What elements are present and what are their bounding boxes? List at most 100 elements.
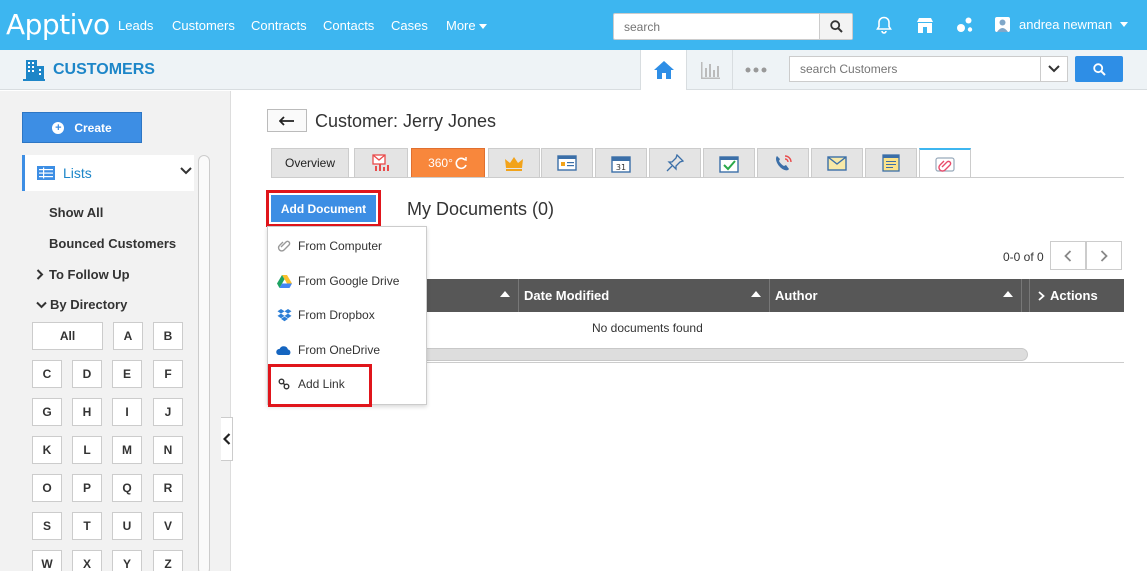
global-search-input[interactable] [614,14,819,39]
tab-360[interactable]: 360° [411,148,485,177]
nav-cases[interactable]: Cases [391,18,428,33]
directory-letter-t[interactable]: T [72,512,102,540]
nav-customers[interactable]: Customers [172,18,235,33]
more-options-button[interactable] [732,50,778,90]
directory-letter-n[interactable]: N [153,436,183,464]
sidebar-item-to-follow-up[interactable]: To Follow Up [36,267,130,282]
svg-text:31: 31 [616,163,626,172]
calendar-icon: 31 [611,155,631,173]
notifications-bell-icon[interactable] [874,15,894,35]
email-stats-icon [372,154,389,171]
top-navbar: Apptivo Leads Customers Contracts Contac… [0,0,1147,50]
directory-letter-r[interactable]: R [153,474,183,502]
directory-letter-z[interactable]: Z [153,550,183,571]
directory-letter-y[interactable]: Y [112,550,142,571]
directory-letter-s[interactable]: S [32,512,62,540]
tab-calendar[interactable]: 31 [595,148,647,177]
directory-letter-c[interactable]: C [32,360,62,388]
nav-contacts[interactable]: Contacts [323,18,374,33]
arrow-left-icon [279,115,294,126]
menu-item-from-google-drive[interactable]: From Google Drive [276,274,399,288]
tab-tasks[interactable] [703,148,755,177]
directory-letter-j[interactable]: J [153,398,183,426]
module-header: CUSTOMERS [0,50,1147,90]
store-icon[interactable] [915,15,935,35]
directory-letter-v[interactable]: V [153,512,183,540]
sidebar-item-bounced-customers[interactable]: Bounced Customers [49,236,176,251]
menu-item-from-computer[interactable]: From Computer [276,239,382,253]
global-search [613,13,853,40]
directory-letter-e[interactable]: E [112,360,142,388]
sidebar-item-by-directory[interactable]: By Directory [36,297,127,312]
home-icon [653,61,674,79]
onedrive-cloud-icon [276,343,292,357]
customer-search-button[interactable] [1075,56,1123,82]
tab-email[interactable] [811,148,863,177]
directory-letter-p[interactable]: P [72,474,102,502]
directory-letter-f[interactable]: F [153,360,183,388]
nav-contracts[interactable]: Contracts [251,18,307,33]
search-filter-dropdown[interactable] [1040,57,1067,81]
sidebar-item-show-all[interactable]: Show All [49,205,103,220]
chevron-right-icon [1038,290,1045,301]
tab-pins[interactable] [649,148,701,177]
view-switcher [640,50,778,90]
directory-letter-w[interactable]: W [32,550,62,571]
customer-search-input[interactable] [790,57,1035,81]
menu-item-from-dropbox[interactable]: From Dropbox [276,308,375,322]
directory-letter-l[interactable]: L [72,436,102,464]
directory-letter-a[interactable]: A [113,322,143,350]
directory-letter-x[interactable]: X [72,550,102,571]
home-view-button[interactable] [640,50,686,90]
tab-rewards[interactable] [488,148,540,177]
column-date-modified[interactable]: Date Modified [519,279,770,312]
nav-leads[interactable]: Leads [118,18,153,33]
tab-calls[interactable] [757,148,809,177]
prev-page-button[interactable] [1050,241,1086,270]
tab-sticky-notes[interactable] [865,148,917,177]
user-menu[interactable]: andrea newman [995,17,1129,32]
global-search-button[interactable] [819,14,852,39]
collapse-sidebar-button[interactable] [221,417,233,461]
reports-view-button[interactable] [686,50,732,90]
create-button[interactable]: + Create [22,112,142,143]
directory-letter-m[interactable]: M [112,436,142,464]
sidebar-scrollbar[interactable] [198,155,210,571]
tab-overview[interactable]: Overview [271,148,349,177]
chevron-right-icon [36,269,44,280]
bar-chart-icon [700,62,720,79]
nav-more[interactable]: More [446,18,487,33]
sort-up-icon [1003,291,1013,297]
more-dots-icon [745,67,766,73]
apptivo-logo[interactable]: Apptivo [6,8,110,41]
directory-letter-b[interactable]: B [153,322,183,350]
table-horizontal-scrollbar[interactable] [420,348,1028,361]
tab-notes[interactable] [541,148,593,177]
directory-letter-q[interactable]: Q [112,474,142,502]
directory-letter-g[interactable]: G [32,398,62,426]
next-page-button[interactable] [1086,241,1122,270]
add-document-button[interactable]: Add Document [271,195,376,222]
back-button[interactable] [267,109,307,132]
directory-letter-d[interactable]: D [72,360,102,388]
dropbox-icon [276,308,292,322]
directory-letter-u[interactable]: U [112,512,142,540]
directory-letter-all[interactable]: All [32,322,103,350]
column-actions[interactable]: Actions [1030,279,1124,312]
directory-letter-k[interactable]: K [32,436,62,464]
menu-item-from-onedrive[interactable]: From OneDrive [276,343,380,357]
crown-icon [505,157,523,171]
chevron-left-icon [1064,249,1072,262]
directory-letter-i[interactable]: I [112,398,142,426]
column-resize-handle[interactable] [1022,279,1030,312]
id-card-icon [557,155,577,171]
tab-emails[interactable] [354,148,408,177]
column-author[interactable]: Author [770,279,1022,312]
lists-header[interactable]: Lists [22,155,194,191]
refresh-icon [455,157,467,170]
tab-documents[interactable] [919,148,971,177]
directory-letter-h[interactable]: H [72,398,102,426]
directory-letter-o[interactable]: O [32,474,62,502]
network-icon[interactable] [955,15,975,35]
search-icon [829,20,843,33]
